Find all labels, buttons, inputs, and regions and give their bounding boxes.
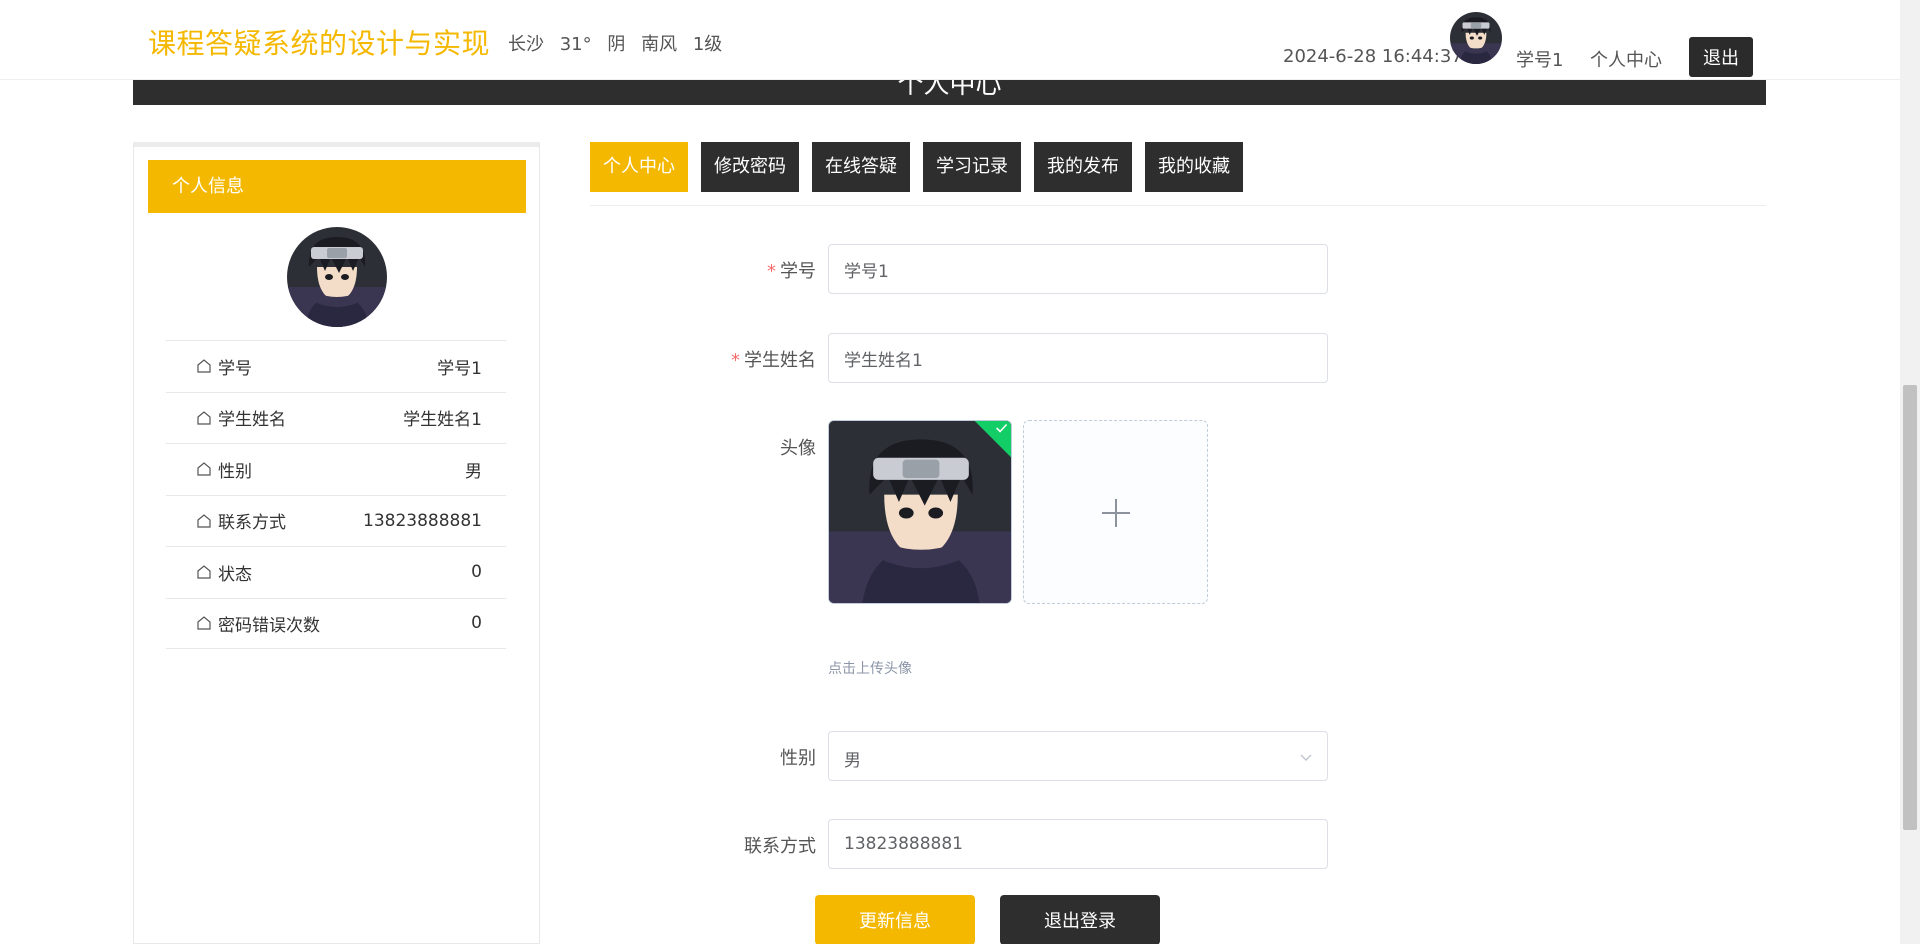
info-value: 男 <box>465 461 482 482</box>
student-name-label: * 学生姓名 <box>731 350 816 371</box>
tab-my-favorites[interactable]: 我的收藏 <box>1145 142 1243 192</box>
home-icon <box>197 565 211 579</box>
tab-change-password[interactable]: 修改密码 <box>701 142 799 192</box>
home-icon <box>197 359 211 373</box>
weather-info: 长沙 31° 阴 南风 1级 <box>508 30 732 56</box>
banner-title: 个人中心 <box>897 80 1002 100</box>
info-value: 学号1 <box>437 358 482 379</box>
home-icon <box>197 616 211 630</box>
phone-label: 联系方式 <box>744 836 816 857</box>
student-id-input[interactable] <box>828 244 1328 294</box>
gender-select[interactable]: 男 <box>828 731 1328 781</box>
weather-city: 长沙 <box>508 34 544 55</box>
uploaded-avatar-thumbnail[interactable] <box>828 420 1012 604</box>
info-value: 0 <box>471 613 482 634</box>
logout-button[interactable]: 退出 <box>1689 37 1753 77</box>
info-row-student-name: 学生姓名 学生姓名1 <box>166 391 506 444</box>
personal-center-link[interactable]: 个人中心 <box>1590 46 1662 72</box>
weather-temperature: 31° <box>559 34 592 55</box>
tab-my-posts[interactable]: 我的发布 <box>1034 142 1132 192</box>
page-banner: 个人中心 <box>133 80 1766 105</box>
gender-label: 性别 <box>780 748 816 769</box>
user-avatar[interactable] <box>1450 12 1502 64</box>
student-name-input[interactable] <box>828 333 1328 383</box>
info-label: 学号 <box>218 358 252 379</box>
personal-info-list: 学号 学号1 学生姓名 学生姓名1 性别 男 联系方式 13823888881 <box>166 340 506 649</box>
home-icon <box>197 410 211 425</box>
chevron-down-icon <box>1300 754 1312 761</box>
info-row-gender: 性别 男 <box>166 443 506 495</box>
info-label: 性别 <box>218 461 252 482</box>
weather-level: 1级 <box>692 34 723 55</box>
plus-icon <box>1102 499 1130 527</box>
tab-online-qa[interactable]: 在线答疑 <box>812 142 910 192</box>
avatar-image <box>829 421 1012 604</box>
info-label: 联系方式 <box>218 513 286 534</box>
current-datetime: 2024-6-28 16:44:37 <box>1283 46 1463 67</box>
info-label: 状态 <box>218 564 252 585</box>
weather-condition: 阴 <box>607 34 626 55</box>
info-value: 学生姓名1 <box>403 410 482 431</box>
tab-personal-center[interactable]: 个人中心 <box>590 142 688 192</box>
info-row-status: 状态 0 <box>166 546 506 598</box>
update-info-button[interactable]: 更新信息 <box>815 895 975 944</box>
upload-tip: 点击上传头像 <box>828 661 912 677</box>
avatar-image <box>287 227 387 327</box>
site-title: 课程答疑系统的设计与实现 <box>148 27 491 60</box>
student-id-label: * 学号 <box>767 261 816 282</box>
info-row-phone: 联系方式 13823888881 <box>166 494 506 547</box>
info-value: 0 <box>471 562 482 583</box>
required-mark: * <box>767 261 776 282</box>
tabs-divider <box>590 205 1766 206</box>
required-mark: * <box>731 350 740 371</box>
info-row-password-errors: 密码错误次数 0 <box>166 597 506 649</box>
info-value: 13823888881 <box>363 510 482 531</box>
personal-info-panel: 个人信息 学号 学号1 学生姓名 学生姓名1 性别 男 联系方式 1382388… <box>133 142 540 944</box>
tab-study-records[interactable]: 学习记录 <box>923 142 1021 192</box>
info-label: 密码错误次数 <box>218 615 320 636</box>
info-row-student-id: 学号 学号1 <box>166 340 506 392</box>
phone-input[interactable] <box>828 819 1328 869</box>
username: 学号1 <box>1516 50 1564 71</box>
logout-account-button[interactable]: 退出登录 <box>1000 895 1160 944</box>
weather-wind: 南风 <box>641 34 678 55</box>
profile-tabs: 个人中心 修改密码 在线答疑 学习记录 我的发布 我的收藏 <box>590 142 1243 192</box>
gender-selected-value: 男 <box>844 751 861 771</box>
avatar-image <box>1450 12 1502 64</box>
info-label: 学生姓名 <box>218 410 286 431</box>
home-icon <box>197 513 211 528</box>
scrollbar-thumb[interactable] <box>1903 385 1917 830</box>
top-header: 课程答疑系统的设计与实现 长沙 31° 阴 南风 1级 2024-6-28 16… <box>0 0 1900 80</box>
avatar-label: 头像 <box>780 438 816 459</box>
home-icon <box>197 462 211 476</box>
personal-info-header: 个人信息 <box>148 160 526 213</box>
avatar-upload-button[interactable] <box>1023 420 1208 604</box>
profile-avatar <box>287 227 387 327</box>
check-icon <box>996 423 1008 433</box>
